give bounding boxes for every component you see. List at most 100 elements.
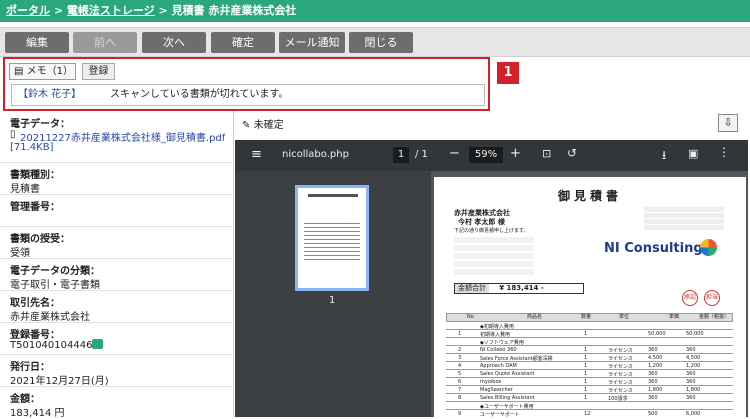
zoom-in-icon[interactable]: + <box>510 146 521 161</box>
table-cell: 2 <box>458 347 462 353</box>
table-header: 数量 <box>581 314 592 320</box>
table-header: 単位 <box>619 314 630 320</box>
confirm-button[interactable]: 確定 <box>211 32 275 53</box>
mail-notify-button[interactable]: メール通知 <box>279 32 345 53</box>
table-cell: Approach DAM <box>480 363 517 369</box>
table-row: 4 Approach DAM 1 ライセンス 1,200 1,200 <box>446 362 733 370</box>
register-button[interactable]: 登録 <box>82 63 115 80</box>
file-size: [71.4KB] <box>10 142 54 153</box>
print-icon[interactable]: ▣ <box>688 147 698 160</box>
table-cell: 1 <box>584 379 588 385</box>
table-row: ◆ソフトウェア費用 <box>446 338 733 346</box>
doc-title: 御見積書 <box>557 189 622 203</box>
table-cell: 50,000 <box>648 331 666 337</box>
pencil-icon: ✎ <box>242 120 251 131</box>
breadcrumb-storage-link[interactable]: 電帳法ストレージ <box>67 4 155 17</box>
fit-page-icon[interactable]: ⊡ <box>542 147 551 160</box>
rotate-icon[interactable]: ↺ <box>567 146 577 160</box>
table-cell: 初期導入費用 <box>480 332 511 338</box>
breadcrumb-separator: > <box>50 4 67 17</box>
table-cell: ライセンス <box>608 388 633 394</box>
logo-mark-icon <box>700 239 717 256</box>
field-label: 登録番号： <box>10 330 60 341</box>
field-value: 2021年12月27日(月) <box>10 376 109 387</box>
table-cell: 8 <box>458 395 462 401</box>
field-issue-date: 発行日： 2021年12月27日(月) <box>0 355 234 387</box>
table-row: 9 ユーザーサポート 12 500 6,000 <box>446 410 733 417</box>
table-cell: 5 <box>458 371 462 377</box>
table-cell: myoibox <box>480 379 502 385</box>
field-value: T5010401044466 <box>10 340 99 351</box>
pdf-viewer: ≡ nicollabo.php 1 / 1 − 59% + ⊡ ↺ ⭳ ▣ ⋮ … <box>235 140 748 417</box>
doc-total-label: 金額合計 <box>455 284 489 293</box>
memo-user[interactable]: 【鈴木 花子】 <box>18 85 81 105</box>
table-cell: Sales Billing Assistant <box>480 395 535 401</box>
table-header: 金額（税抜） <box>699 314 730 320</box>
approval-stamp: 承認 <box>682 290 698 306</box>
table-cell: ◆ユーザーサポート費用 <box>480 404 534 410</box>
table-cell: MagSearcher <box>480 387 513 393</box>
close-button[interactable]: 閉じる <box>349 32 413 53</box>
table-cell: 1 <box>584 355 588 361</box>
field-classification: 電子データの分類： 電子取引・電子書類 <box>0 259 234 291</box>
table-cell: 1 <box>584 347 588 353</box>
table-cell: 6 <box>458 379 462 385</box>
prev-button[interactable]: 前へ <box>73 32 137 53</box>
annotation-badge: 1 <box>497 62 519 84</box>
thumb-table <box>304 220 360 260</box>
table-cell: ライセンス <box>608 356 633 362</box>
table-cell: 1 <box>584 371 588 377</box>
verify-icon[interactable] <box>92 339 103 349</box>
download-icon[interactable]: ⇩ <box>718 114 738 132</box>
table-cell: 1,200 <box>686 363 701 369</box>
table-cell: 7 <box>458 387 462 393</box>
table-cell: 4,500 <box>648 355 663 361</box>
thumb-line <box>308 194 358 197</box>
table-cell: ライセンス <box>608 348 633 354</box>
memo-panel: ▤ メモ（1） 登録 【鈴木 花子】 スキャンしている書類が切れています。 <box>3 57 490 111</box>
next-button[interactable]: 次へ <box>142 32 206 53</box>
download-icon[interactable]: ⭳ <box>662 146 666 167</box>
status-text: 未確定 <box>253 120 284 131</box>
breadcrumb: ポータル > 電帳法ストレージ > 見積書 赤井産業株式会社 <box>0 0 750 22</box>
field-control-number: 管理番号： <box>0 195 234 227</box>
field-label: 金額： <box>10 394 40 405</box>
field-label: 書類の授受： <box>10 234 70 245</box>
doc-total-value: ¥ 183,414 - <box>499 284 544 292</box>
table-cell: ◆ソフトウェア費用 <box>480 340 524 346</box>
menu-icon[interactable]: ≡ <box>251 147 262 162</box>
table-cell: 6,000 <box>686 411 701 417</box>
field-electronic-data: 電子データ： ▯ 20211227赤井産業株式会社様_御見積書.pdf [71.… <box>0 111 234 163</box>
pdf-filename: nicollabo.php <box>282 149 349 160</box>
breadcrumb-portal-link[interactable]: ポータル <box>6 4 50 17</box>
field-label: 管理番号： <box>10 202 60 213</box>
table-row: ◆初期導入費用 <box>446 322 733 330</box>
table-cell: 360 <box>648 371 658 377</box>
confirm-status: ✎ 未確定 <box>242 116 284 131</box>
field-value: 赤井産業株式会社 <box>10 312 90 323</box>
table-cell: 360 <box>648 379 658 385</box>
breadcrumb-separator: > <box>154 4 172 17</box>
field-exchange: 書類の授受： 受領 <box>0 227 234 259</box>
more-options-icon[interactable]: ⋮ <box>718 145 730 159</box>
table-cell: ライセンス <box>608 380 633 386</box>
table-cell: NI Collabo 360 <box>480 347 517 353</box>
page-thumbnail[interactable] <box>295 185 369 291</box>
table-cell: 1 <box>584 363 588 369</box>
table-header: No <box>467 314 474 320</box>
edit-button[interactable]: 編集 <box>5 32 69 53</box>
table-cell: 9 <box>458 411 462 417</box>
items-table-header: No 商品名 数量 単位 単価 金額（税抜） <box>446 313 733 322</box>
table-cell: 50,000 <box>686 331 704 337</box>
thumbnail-sidebar: 1 <box>235 171 431 417</box>
memo-text: スキャンしている書類が切れています。 <box>110 89 289 100</box>
page-number-input[interactable]: 1 <box>393 147 409 163</box>
zoom-out-icon[interactable]: − <box>449 146 460 161</box>
memo-entry: 【鈴木 花子】 スキャンしている書類が切れています。 <box>11 84 485 106</box>
field-label: 電子データの分類： <box>10 266 100 277</box>
table-row: 8 Sales Billing Assistant 1 100請求 360 360 <box>446 394 733 402</box>
zoom-level[interactable]: 59% <box>469 147 503 163</box>
memo-tab[interactable]: ▤ メモ（1） <box>9 63 76 80</box>
table-row: 7 MagSearcher 1 ライセンス 1,800 1,800 <box>446 386 733 394</box>
field-label: 取引先名： <box>10 298 60 309</box>
